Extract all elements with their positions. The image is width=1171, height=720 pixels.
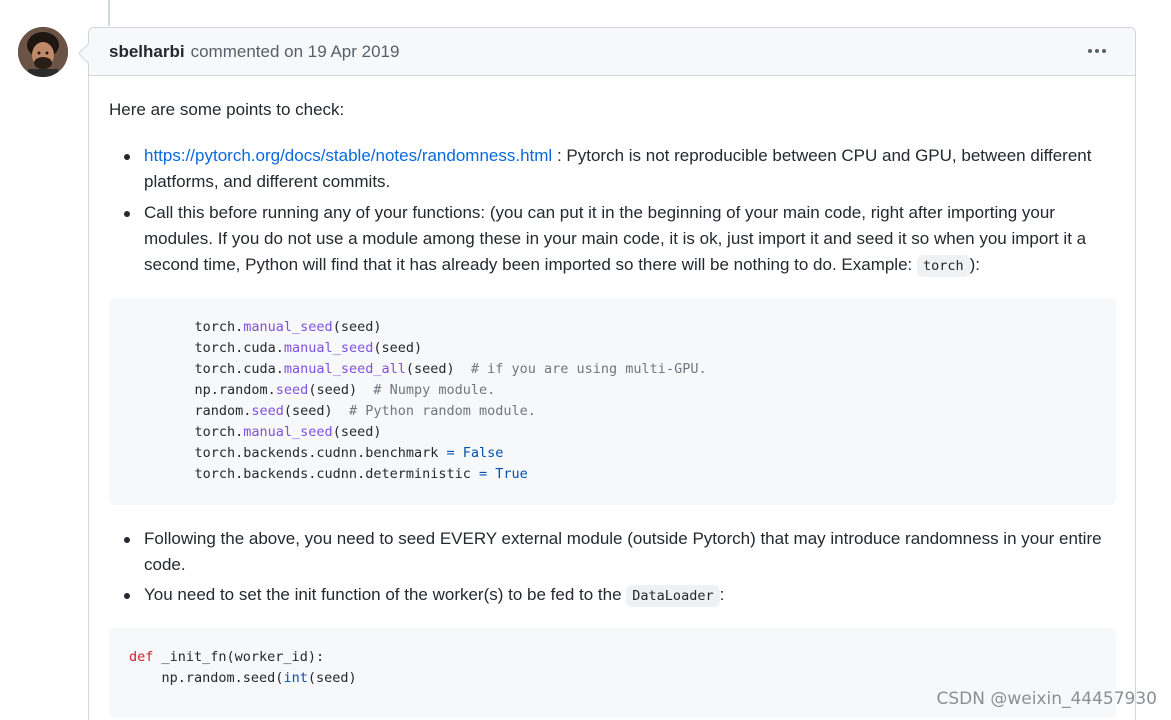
avatar-image: [18, 27, 68, 77]
timeline-line: [108, 0, 110, 26]
list-item: Following the above, you need to seed EV…: [124, 526, 1119, 578]
list-item-text: You need to set the init function of the…: [144, 585, 627, 604]
code-line: torch.manual_seed(seed): [162, 424, 382, 440]
inline-code: DataLoader: [626, 585, 720, 607]
comment-timestamp[interactable]: commented on 19 Apr 2019: [191, 42, 400, 62]
code-line: torch.backends.cudnn.benchmark = False: [162, 445, 504, 461]
comment-intro: Here are some points to check:: [109, 100, 345, 119]
code-line: np.random.seed(int(seed): [129, 670, 357, 686]
watermark: CSDN @weixin_44457930: [936, 689, 1157, 709]
code-line: torch.cuda.manual_seed_all(seed) # if yo…: [162, 361, 707, 377]
list-item: https://pytorch.org/docs/stable/notes/ra…: [124, 143, 1119, 195]
list-item-text: ):: [969, 255, 981, 274]
code-line: def _init_fn(worker_id):: [129, 649, 325, 665]
code-line: torch.backends.cudnn.deterministic = Tru…: [162, 466, 528, 482]
code-line: torch.manual_seed(seed): [162, 319, 382, 335]
code-line: torch.cuda.manual_seed(seed): [162, 340, 423, 356]
comment-header: sbelharbi commented on 19 Apr 2019: [89, 28, 1135, 76]
inline-code: torch: [917, 255, 970, 277]
comment-author[interactable]: sbelharbi: [109, 42, 185, 62]
kebab-horizontal-icon: [1088, 49, 1092, 53]
more-options-button[interactable]: [1083, 38, 1111, 64]
list-item-text: :: [719, 585, 725, 604]
list-item: You need to set the init function of the…: [124, 582, 1119, 609]
list-item: Call this before running any of your fun…: [124, 200, 1119, 279]
author-avatar[interactable]: [18, 27, 68, 77]
code-line: np.random.seed(seed) # Numpy module.: [162, 382, 496, 398]
list-item-text: Following the above, you need to seed EV…: [144, 529, 1102, 574]
page: sbelharbi commented on 19 Apr 2019 Here …: [0, 0, 1171, 720]
code-block-seed[interactable]: torch.manual_seed(seed) torch.cuda.manua…: [109, 298, 1116, 505]
randomness-docs-link[interactable]: https://pytorch.org/docs/stable/notes/ra…: [144, 146, 552, 165]
comment-box: sbelharbi commented on 19 Apr 2019 Here …: [88, 27, 1136, 720]
code-line: random.seed(seed) # Python random module…: [162, 403, 536, 419]
